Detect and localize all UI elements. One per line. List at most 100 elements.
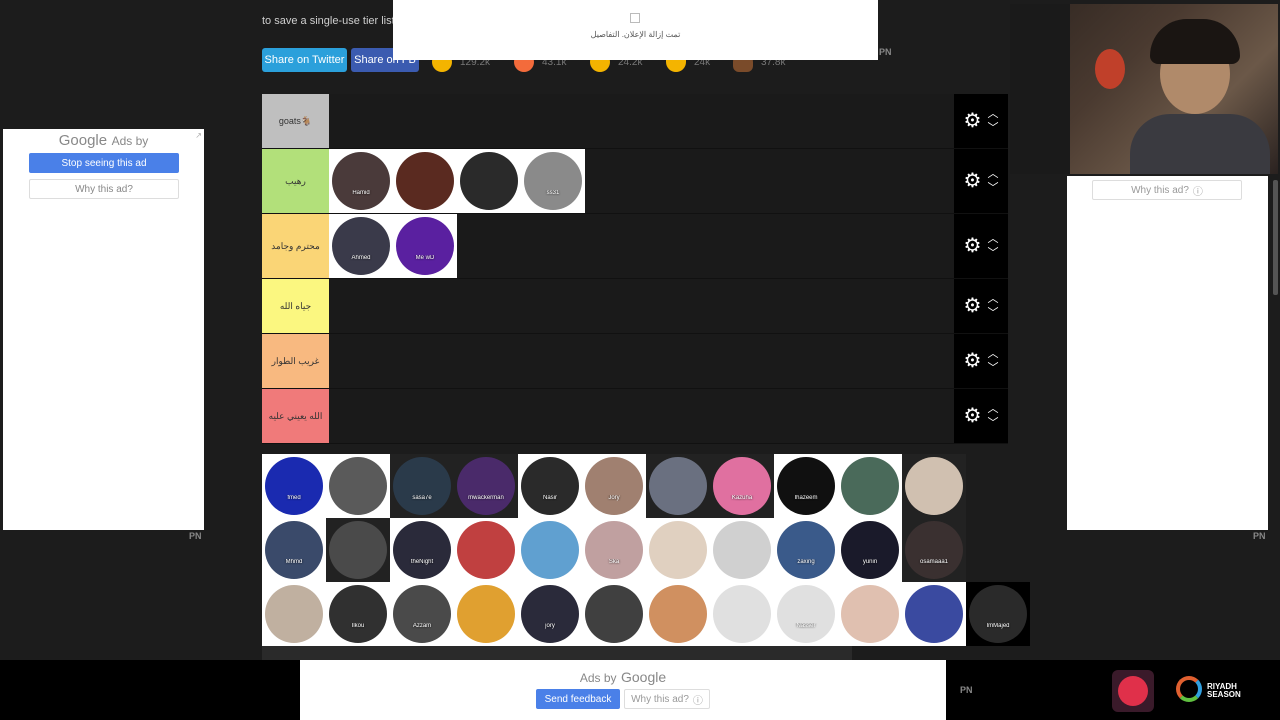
move-arrows: ︿ ﹀ xyxy=(987,169,998,194)
chevron-up-icon[interactable]: ︿ xyxy=(987,294,998,305)
avatar xyxy=(777,521,835,579)
avatar-tile[interactable]: Nasser xyxy=(774,582,838,646)
scrollbar[interactable] xyxy=(1273,180,1278,295)
chevron-up-icon[interactable]: ︿ xyxy=(987,169,998,180)
avatar-tile[interactable]: sasa7e xyxy=(390,454,454,518)
avatar-tile[interactable] xyxy=(710,518,774,582)
avatar xyxy=(713,521,771,579)
tier-row: غريب الطوار ⚙ ︿ ﹀ xyxy=(262,334,1008,389)
avatar-name: ImMajed xyxy=(986,623,1010,629)
chevron-down-icon[interactable]: ﹀ xyxy=(987,308,998,319)
avatar-tile[interactable]: ss31 xyxy=(521,149,585,213)
avatar-tile[interactable] xyxy=(582,582,646,646)
gear-icon[interactable]: ⚙ xyxy=(964,111,982,131)
gear-icon[interactable]: ⚙ xyxy=(964,296,982,316)
left-ad: Google Ads by Stop seeing this ad Why th… xyxy=(3,129,204,530)
avatar-tile[interactable]: Ilkou xyxy=(326,582,390,646)
chevron-up-icon[interactable]: ︿ xyxy=(987,234,998,245)
pool-row: fmed sasa7e mwackerman Nasir Jory Kazuha Ihaze… xyxy=(262,454,988,518)
ad-removed-icon xyxy=(630,13,640,23)
avatar xyxy=(585,585,643,643)
chevron-down-icon[interactable]: ﹀ xyxy=(987,123,998,134)
avatar-tile[interactable]: zaxing xyxy=(774,518,838,582)
tier-label[interactable]: الله يعيني عليه xyxy=(262,389,329,443)
tier-items xyxy=(329,279,954,333)
gear-icon[interactable]: ⚙ xyxy=(964,406,982,426)
why-this-ad-button[interactable]: Why this ad? xyxy=(29,179,179,199)
chevron-down-icon[interactable]: ﹀ xyxy=(987,363,998,374)
avatar xyxy=(265,585,323,643)
tier-label[interactable]: جياه الله xyxy=(262,279,329,333)
avatar-tile[interactable]: mwackerman xyxy=(454,454,518,518)
tier-items: Hamid ss31 xyxy=(329,149,954,213)
chevron-up-icon[interactable]: ︿ xyxy=(987,109,998,120)
tier-label[interactable]: goats🐐 xyxy=(262,94,329,148)
chevron-down-icon[interactable]: ﹀ xyxy=(987,248,998,259)
avatar-tile[interactable]: Ska xyxy=(582,518,646,582)
avatar-name: Azzam xyxy=(412,623,432,629)
avatar-tile[interactable] xyxy=(838,454,902,518)
avatar-tile[interactable]: theNight xyxy=(390,518,454,582)
avatar-tile[interactable] xyxy=(262,582,326,646)
move-arrows: ︿ ﹀ xyxy=(987,404,998,429)
avatar-tile[interactable]: Ihazeem xyxy=(774,454,838,518)
chevron-down-icon[interactable]: ﹀ xyxy=(987,418,998,429)
avatar-tile[interactable] xyxy=(326,454,390,518)
avatar-tile[interactable]: Kazuha xyxy=(710,454,774,518)
tier-label[interactable]: رهيب xyxy=(262,149,329,213)
avatar-tile[interactable] xyxy=(393,149,457,213)
chevron-down-icon[interactable]: ﹀ xyxy=(987,183,998,194)
avatar-name: Jory xyxy=(608,495,620,501)
avatar-tile[interactable] xyxy=(710,582,774,646)
avatar-tile[interactable]: Me wD xyxy=(393,214,457,278)
info-icon: ⓘ xyxy=(692,695,703,707)
avatar-tile[interactable] xyxy=(646,518,710,582)
avatar-tile[interactable]: jory xyxy=(518,582,582,646)
stop-seeing-ad-button[interactable]: Stop seeing this ad xyxy=(29,153,179,173)
avatar xyxy=(585,457,643,515)
gear-icon[interactable]: ⚙ xyxy=(964,171,982,191)
chevron-up-icon[interactable]: ︿ xyxy=(987,404,998,415)
avatar-tile[interactable] xyxy=(326,518,390,582)
tier-label[interactable]: محترم وجامد xyxy=(262,214,329,278)
why-this-ad-button-bottom[interactable]: Why this ad? ⓘ xyxy=(624,689,710,709)
avatar-tile[interactable] xyxy=(902,454,966,518)
avatar xyxy=(841,585,899,643)
chevron-up-icon[interactable]: ︿ xyxy=(987,349,998,360)
avatar-tile[interactable] xyxy=(454,582,518,646)
pool-row: Mhmd theNight Ska zaxing yunin osamaaa1 xyxy=(262,518,988,582)
avatar-tile[interactable]: Azzam xyxy=(390,582,454,646)
avatar-tile[interactable]: Nasir xyxy=(518,454,582,518)
streamer-hair xyxy=(1150,19,1240,64)
avatar-tile[interactable] xyxy=(902,582,966,646)
gear-icon[interactable]: ⚙ xyxy=(964,236,982,256)
google-logo: Google xyxy=(58,132,108,149)
avatar-tile[interactable]: Ahmed xyxy=(329,214,393,278)
avatar-name: Nasser xyxy=(796,623,816,629)
avatar-tile[interactable] xyxy=(457,149,521,213)
avatar-tile[interactable] xyxy=(454,518,518,582)
send-feedback-button[interactable]: Send feedback xyxy=(536,689,620,709)
ad-removed-text[interactable]: تمت إزالة الإعلان. التفاصيل xyxy=(393,30,878,39)
avatar-tile[interactable]: Mhmd xyxy=(262,518,326,582)
avatar-tile[interactable] xyxy=(646,582,710,646)
share-twitter-button[interactable]: Share on Twitter xyxy=(262,48,347,72)
avatar-tile[interactable] xyxy=(518,518,582,582)
avatar-name: Ahmed xyxy=(351,255,371,261)
gear-icon[interactable]: ⚙ xyxy=(964,351,982,371)
ad-close-icon[interactable]: ↗ xyxy=(195,131,202,140)
why-this-ad-button-right[interactable]: Why this ad? ⓘ xyxy=(1092,180,1242,200)
ads-by-label-bottom: Ads by xyxy=(579,671,617,685)
avatar xyxy=(905,521,963,579)
pn-label-bottom: PN xyxy=(960,685,973,695)
tier-label[interactable]: غريب الطوار xyxy=(262,334,329,388)
avatar-tile[interactable]: osamaaa1 xyxy=(902,518,966,582)
avatar-tile[interactable]: yunin xyxy=(838,518,902,582)
avatar-tile[interactable]: ImMajed xyxy=(966,582,1030,646)
avatar-tile[interactable]: Jory xyxy=(582,454,646,518)
avatar-tile[interactable] xyxy=(838,582,902,646)
avatar-name: ss31 xyxy=(546,190,560,196)
avatar-tile[interactable]: fmed xyxy=(262,454,326,518)
avatar-tile[interactable] xyxy=(646,454,710,518)
avatar-tile[interactable]: Hamid xyxy=(329,149,393,213)
